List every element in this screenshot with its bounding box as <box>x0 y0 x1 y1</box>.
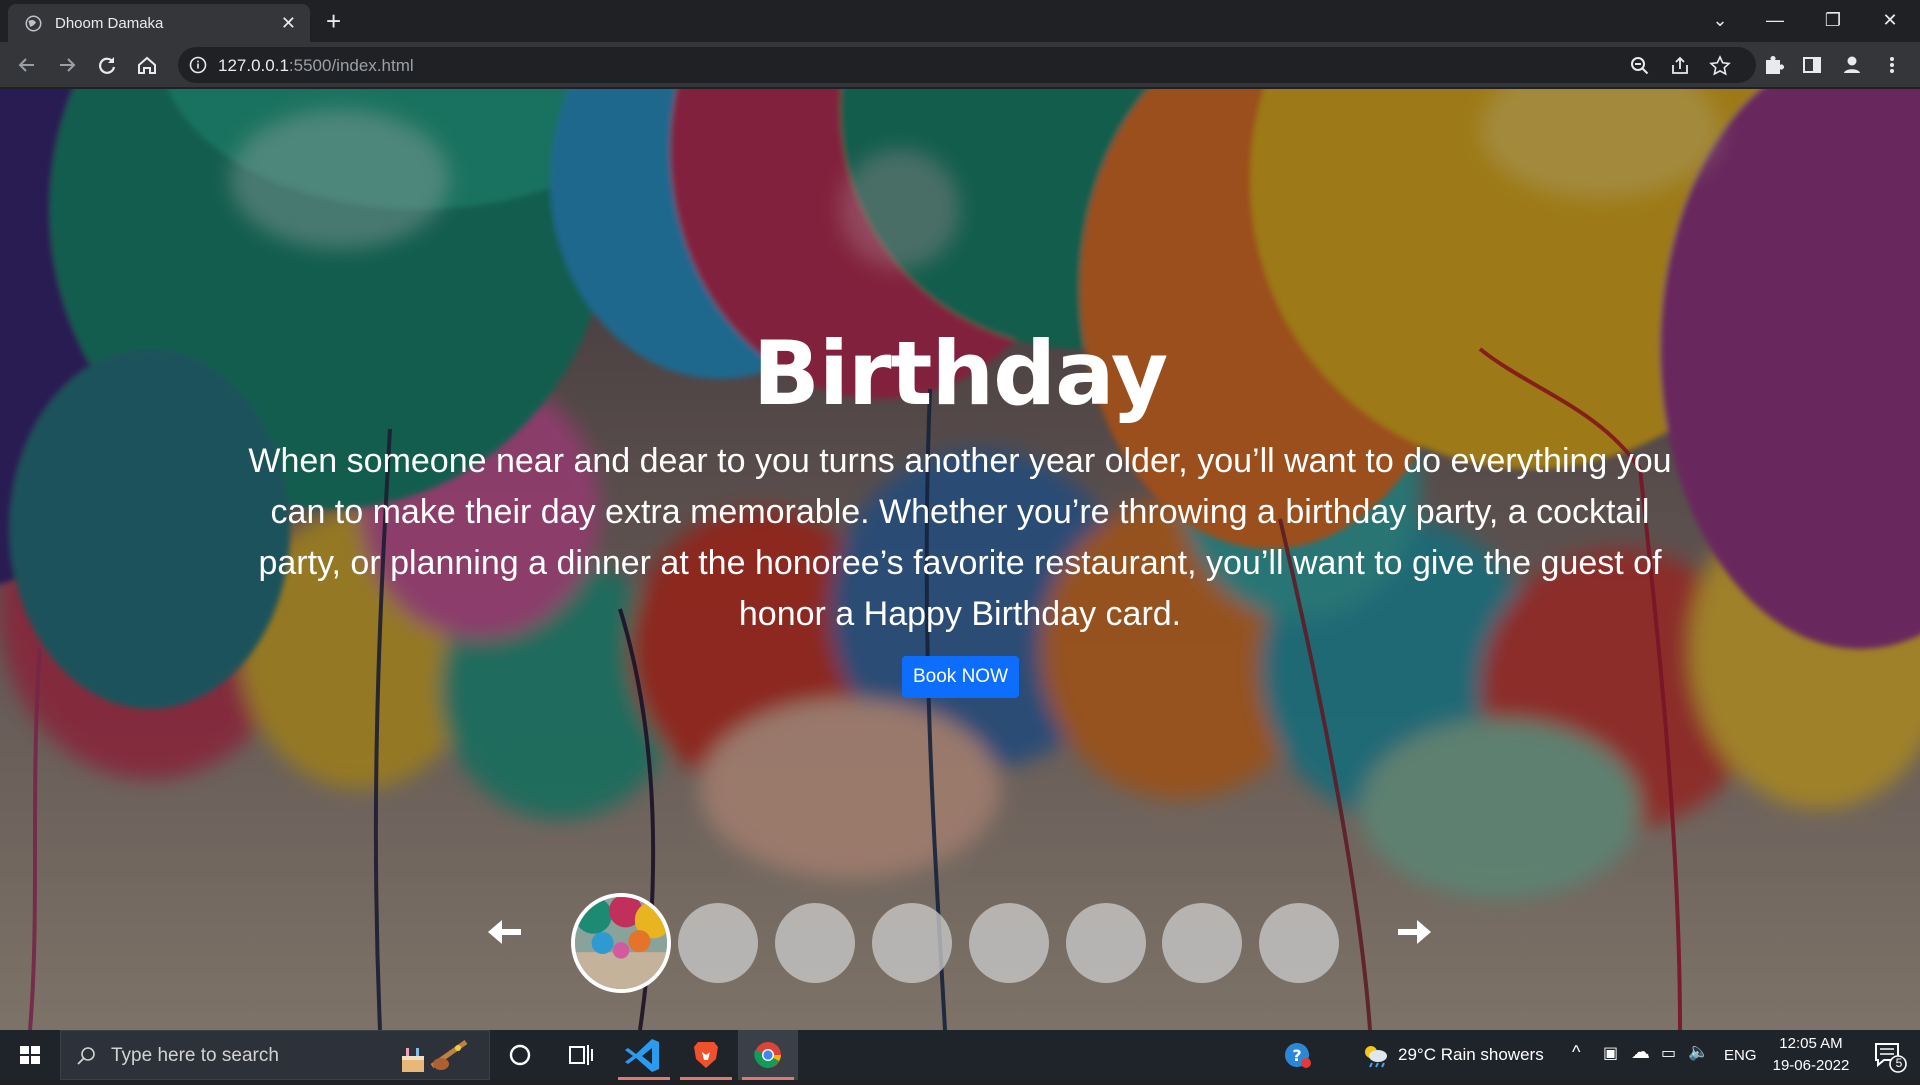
url-host: 127.0.0.1 <box>218 56 289 75</box>
brave-lion-icon <box>694 1042 718 1068</box>
bookmark-star-icon[interactable] <box>1708 54 1732 78</box>
carousel-next-button[interactable] <box>1394 915 1434 949</box>
book-now-button[interactable]: Book NOW <box>902 656 1019 698</box>
carousel-thumb[interactable] <box>969 903 1049 983</box>
language-indicator[interactable]: ENG <box>1724 1047 1757 1064</box>
weather-rain-icon[interactable] <box>1360 1040 1390 1070</box>
carousel-thumb[interactable] <box>872 903 952 983</box>
battery-icon[interactable]: ▭ <box>1661 1043 1676 1063</box>
carousel-thumb[interactable] <box>775 903 855 983</box>
cortana-button[interactable] <box>490 1030 550 1080</box>
browser-toolbar: 127.0.0.1:5500/index.html <box>0 42 1920 88</box>
side-panel-button[interactable] <box>1797 50 1827 80</box>
clock-time[interactable]: 12:05 AM <box>1774 1035 1848 1052</box>
extensions-button[interactable] <box>1758 50 1788 80</box>
kebab-menu-icon <box>1890 57 1894 73</box>
info-icon[interactable] <box>188 55 208 75</box>
reload-button[interactable] <box>92 50 122 80</box>
chrome-taskbar-app[interactable] <box>738 1030 798 1080</box>
search-icon <box>77 1047 95 1065</box>
minimize-button[interactable]: — <box>1755 0 1795 40</box>
page-viewport: Birthday When someone near and dear to y… <box>0 89 1920 1030</box>
start-button[interactable] <box>0 1030 60 1080</box>
close-window-button[interactable]: ✕ <box>1870 0 1910 40</box>
balloons-thumbnail-image <box>575 897 667 989</box>
share-icon[interactable] <box>1668 54 1692 78</box>
svg-text:?: ? <box>1292 1046 1301 1065</box>
globe-icon <box>25 15 42 32</box>
task-view-icon <box>569 1045 593 1065</box>
profile-button[interactable] <box>1837 50 1867 80</box>
vscode-taskbar-app[interactable] <box>614 1030 674 1080</box>
arrow-back-icon <box>18 58 34 72</box>
carousel-thumb[interactable] <box>1162 903 1242 983</box>
carousel-thumb-active[interactable] <box>571 893 671 993</box>
arrow-right-icon <box>1398 920 1431 944</box>
puzzle-icon <box>1766 56 1784 74</box>
forward-button[interactable] <box>52 50 82 80</box>
weather-text[interactable]: 29°C Rain showers <box>1398 1045 1544 1065</box>
onedrive-cloud-icon[interactable]: ☁ <box>1631 1041 1650 1064</box>
restore-button[interactable]: ❐ <box>1813 0 1853 40</box>
birthday-search-highlight-icon <box>402 1039 468 1072</box>
side-panel-icon <box>1803 57 1821 73</box>
cortana-circle-icon <box>509 1044 531 1066</box>
meet-now-icon[interactable]: ▣ <box>1603 1043 1618 1063</box>
home-button[interactable] <box>132 50 162 80</box>
browser-tab-strip: Dhoom Damaka ✕ + ⌄ — ❐ ✕ <box>0 0 1920 42</box>
url-text: 127.0.0.1:5500/index.html <box>218 56 414 76</box>
notification-count: 5 <box>1895 1056 1903 1070</box>
carousel-thumb[interactable] <box>1066 903 1146 983</box>
chevron-up-icon[interactable]: ^ <box>1572 1042 1580 1063</box>
profile-icon <box>1844 56 1860 73</box>
reload-icon <box>99 57 116 74</box>
tab-search-icon[interactable]: ⌄ <box>1700 0 1740 40</box>
volume-icon[interactable]: 🔈 <box>1688 1042 1709 1062</box>
hero-description: When someone near and dear to you turns … <box>248 442 1672 633</box>
arrow-forward-icon <box>60 58 76 72</box>
address-bar[interactable]: 127.0.0.1:5500/index.html <box>178 47 1756 83</box>
back-button[interactable] <box>12 50 42 80</box>
task-view-button[interactable] <box>550 1030 610 1080</box>
carousel-thumb[interactable] <box>678 903 758 983</box>
carousel-thumb[interactable] <box>1259 903 1339 983</box>
tab-title: Dhoom Damaka <box>55 15 164 32</box>
url-path: :5500/index.html <box>288 56 414 75</box>
browser-tab[interactable]: Dhoom Damaka ✕ <box>8 4 310 42</box>
new-tab-button[interactable]: + <box>326 6 341 36</box>
home-icon <box>138 56 156 74</box>
help-badge-icon[interactable]: ? <box>1283 1040 1313 1070</box>
hero-title: Birthday <box>752 322 1168 425</box>
arrow-left-icon <box>488 920 521 944</box>
taskbar-search-box[interactable]: Type here to search <box>60 1030 490 1080</box>
menu-button[interactable] <box>1877 50 1907 80</box>
vscode-icon <box>625 1039 659 1072</box>
search-placeholder: Type here to search <box>111 1045 279 1066</box>
brave-taskbar-app[interactable] <box>676 1030 736 1080</box>
close-tab-icon[interactable]: ✕ <box>281 13 296 34</box>
windows-logo-icon <box>20 1046 40 1064</box>
windows-taskbar: Type here to search ? 29°C Rain showers … <box>0 1030 1920 1080</box>
carousel-prev-button[interactable] <box>485 915 525 949</box>
chrome-icon <box>754 1042 781 1068</box>
zoom-icon[interactable] <box>1628 54 1652 78</box>
clock-date[interactable]: 19-06-2022 <box>1768 1057 1854 1074</box>
